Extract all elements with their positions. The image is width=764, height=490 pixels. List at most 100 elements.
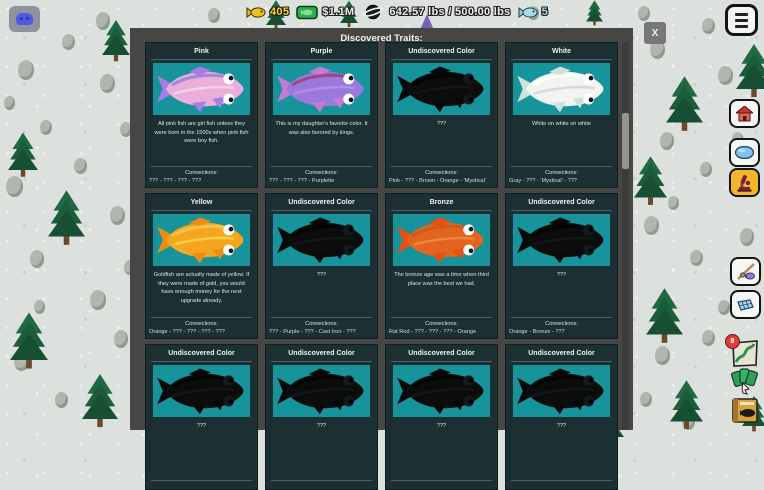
divider <box>151 210 252 211</box>
pine-tree <box>102 20 130 67</box>
fishing-rod-button[interactable] <box>730 257 761 286</box>
fish-illustration <box>515 215 608 265</box>
menu-button[interactable] <box>725 4 758 36</box>
cards-button[interactable] <box>730 367 760 395</box>
cyan-fish-icon <box>518 6 538 19</box>
pebble <box>100 74 115 93</box>
pebble <box>644 216 659 235</box>
trait-description: Goldfish are actually made of yellow. If… <box>146 268 257 317</box>
scrollbar-thumb[interactable] <box>622 113 629 169</box>
connections-list: Pink - ??? - Brown - Orange - 'Mystical' <box>386 177 497 187</box>
pebble <box>208 8 220 23</box>
trait-card[interactable]: Bronze The bronze age was a time when th… <box>385 193 498 339</box>
fishing-rod-icon <box>736 262 756 281</box>
money-icon <box>296 5 318 20</box>
pine-tree <box>82 374 118 433</box>
trait-card[interactable]: Undiscovered Color ??? Connections: ??? … <box>265 193 378 339</box>
journal-button[interactable] <box>730 396 760 424</box>
research-button[interactable] <box>729 168 760 197</box>
home-button[interactable] <box>729 99 760 128</box>
trait-card[interactable]: Undiscovered Color ??? Connections: Pink… <box>385 42 498 188</box>
traits-grid: Pink All pink fish are girl fish unless … <box>145 42 618 490</box>
money-amount: $1.1M <box>322 6 354 18</box>
trait-card[interactable]: Undiscovered Color ??? <box>145 344 258 490</box>
divider <box>151 361 252 362</box>
pebble <box>114 330 128 348</box>
trait-description: All pink fish are girl fish unless they … <box>146 117 257 166</box>
pebble <box>702 18 715 34</box>
map-button[interactable]: 8 <box>730 339 760 367</box>
connections-list: Rat Rod - ??? - ??? - ??? - Orange <box>386 328 497 338</box>
fish-illustration <box>155 366 248 416</box>
connections-label: Connections: <box>266 167 377 177</box>
pine-tree <box>736 44 764 103</box>
pine-tree <box>634 156 667 211</box>
pine-tree <box>10 312 48 375</box>
pine-tree <box>48 190 85 251</box>
pebble <box>668 196 679 210</box>
fish-journal-icon <box>731 397 759 424</box>
connections-label: Connections: <box>266 318 377 328</box>
pebble <box>640 392 652 407</box>
trait-description: ??? <box>266 268 377 317</box>
connections-list <box>266 485 377 489</box>
trait-card[interactable]: Pink All pink fish are girl fish unless … <box>145 42 258 188</box>
pebble <box>110 206 125 225</box>
pebble <box>718 66 733 85</box>
trait-name: Undiscovered Color <box>266 194 377 210</box>
pebble <box>40 120 52 135</box>
pebble <box>55 392 68 408</box>
fish-illustration <box>395 366 488 416</box>
pond-icon <box>735 146 754 159</box>
pebble <box>702 330 715 346</box>
resource-bar: 405 $1.1M 642.57 lbs / 500.00 lbs 5 <box>246 3 548 21</box>
trait-description: ??? <box>266 419 377 480</box>
pebble <box>740 228 754 246</box>
trait-name: Undiscovered Color <box>386 345 497 361</box>
trait-card[interactable]: White White on white on white Connection… <box>505 42 618 188</box>
fish-illustration <box>155 215 248 265</box>
trait-card[interactable]: Undiscovered Color ??? <box>385 344 498 490</box>
connections-label: Connections: <box>386 167 497 177</box>
trait-name: Pink <box>146 43 257 59</box>
fish-count: 405 <box>270 6 289 18</box>
microscope-icon <box>736 174 753 192</box>
trait-name: Purple <box>266 43 377 59</box>
modal-scrollbar[interactable] <box>622 42 629 430</box>
connections-list <box>506 485 617 489</box>
trait-name: Undiscovered Color <box>266 345 377 361</box>
cards-hand-icon <box>731 367 759 395</box>
pebble <box>62 34 75 50</box>
weight-current-max: 642.57 lbs / 500.00 lbs <box>389 6 510 18</box>
rare-fish-count: 5 <box>542 6 548 18</box>
connections-label: Connections: <box>146 318 257 328</box>
fish-image <box>513 365 610 417</box>
net-button[interactable] <box>730 290 761 319</box>
connections-label: Connections: <box>506 318 617 328</box>
divider <box>511 361 612 362</box>
fish-illustration <box>275 366 368 416</box>
trait-card[interactable]: Undiscovered Color ??? Connections: Oran… <box>505 193 618 339</box>
trait-description: The bronze age was a time when third pla… <box>386 268 497 317</box>
trait-description: White on white on white <box>506 117 617 166</box>
fish-illustration <box>155 64 248 114</box>
pebble <box>718 300 730 315</box>
trait-card[interactable]: Undiscovered Color ??? <box>505 344 618 490</box>
trait-name: Undiscovered Color <box>386 43 497 59</box>
fish-image <box>273 63 370 115</box>
divider <box>391 59 492 60</box>
pond-button[interactable] <box>729 138 760 167</box>
trait-card[interactable]: Purple This is my daughter's favorite co… <box>265 42 378 188</box>
net-icon <box>736 298 755 312</box>
pine-tree <box>8 132 38 183</box>
connections-label: Connections: <box>506 167 617 177</box>
gold-fish-icon <box>246 6 266 19</box>
fish-image <box>513 63 610 115</box>
discord-icon[interactable] <box>9 6 40 32</box>
trait-card[interactable]: Undiscovered Color ??? <box>265 344 378 490</box>
close-button[interactable]: X <box>644 22 666 44</box>
fish-image <box>393 365 490 417</box>
discovered-traits-modal: Discovered Traits: Pink All pink fish ar… <box>130 28 633 430</box>
trait-card[interactable]: Yellow Goldfish are actually made of yel… <box>145 193 258 339</box>
fish-image <box>273 214 370 266</box>
